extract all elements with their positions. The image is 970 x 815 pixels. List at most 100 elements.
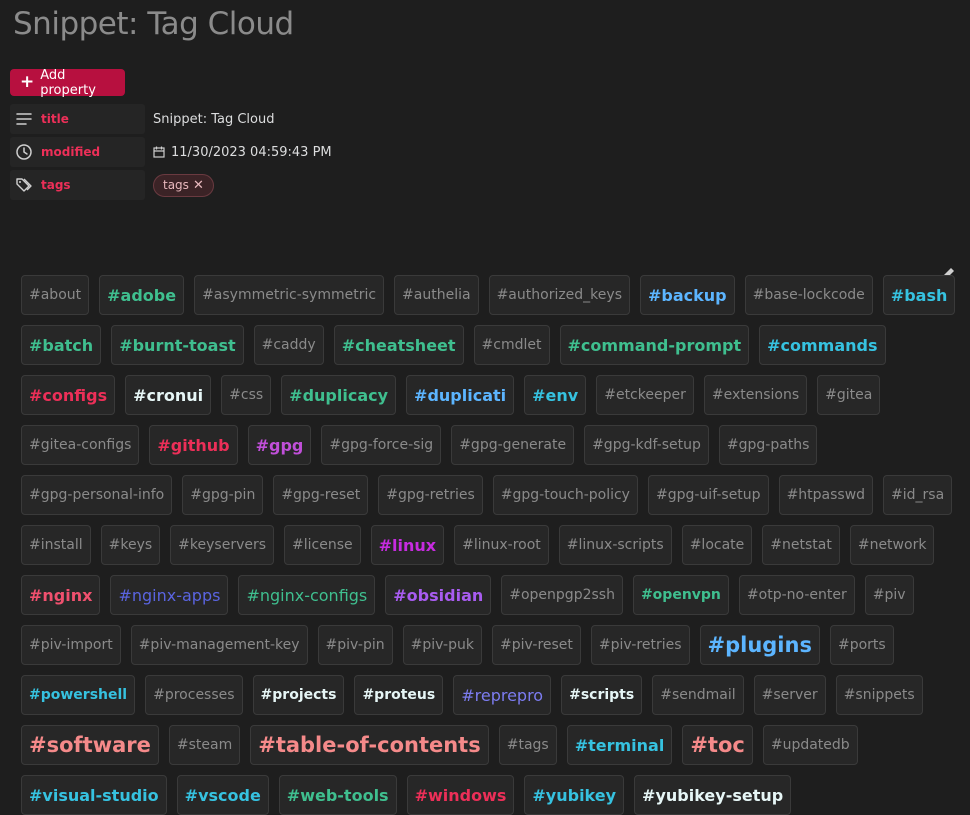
plus-icon: + — [20, 72, 35, 92]
tag-cloud-item[interactable]: #extensions — [703, 375, 808, 415]
tag-cloud-item[interactable]: #env — [524, 375, 587, 415]
property-key-label: title — [41, 112, 69, 126]
tag-cloud-item[interactable]: #id_rsa — [883, 475, 953, 515]
tag-cloud-item[interactable]: #gpg-retries — [378, 475, 483, 515]
tag-cloud-item[interactable]: #github — [149, 425, 238, 465]
tag-cloud-item[interactable]: #about — [21, 275, 90, 315]
tag-cloud-item[interactable]: #toc — [682, 725, 753, 765]
tag-cloud-item[interactable]: #bash — [882, 275, 956, 315]
tag-cloud-item[interactable]: #terminal — [566, 725, 673, 765]
tag-cloud-item[interactable]: #yubikey — [524, 775, 625, 815]
tag-cloud-item[interactable]: #install — [21, 525, 91, 565]
tag-cloud-item[interactable]: #configs — [21, 375, 116, 415]
tag-cloud: #about #adobe #asymmetric-symmetric #authel… — [16, 275, 970, 815]
tag-cloud-item[interactable]: #otp-no-enter — [738, 575, 855, 615]
tag-cloud-item[interactable]: #gpg-uif-setup — [647, 475, 769, 515]
tag-cloud-item[interactable]: #obsidian — [385, 575, 492, 615]
tag-cloud-item[interactable]: #visual-studio — [21, 775, 167, 815]
tag-cloud-item[interactable]: #network — [849, 525, 935, 565]
tag-cloud-item[interactable]: #base-lockcode — [744, 275, 873, 315]
property-value-title[interactable]: Snippet: Tag Cloud — [145, 112, 275, 127]
close-icon[interactable]: ✕ — [193, 178, 204, 193]
tag-cloud-item[interactable]: #gpg — [247, 425, 312, 465]
tag-cloud-item[interactable]: #gpg-touch-policy — [492, 475, 638, 515]
tag-cloud-item[interactable]: #linux-root — [454, 525, 549, 565]
tag-cloud-item[interactable]: #htpasswd — [778, 475, 874, 515]
tag-cloud-item[interactable]: #cmdlet — [473, 325, 550, 365]
tag-cloud-item[interactable]: #updatedb — [762, 725, 858, 765]
tag-cloud-item[interactable]: #gitea-configs — [21, 425, 140, 465]
tag-cloud-item[interactable]: #asymmetric-symmetric — [194, 275, 385, 315]
tag-cloud-item[interactable]: #duplicacy — [281, 375, 397, 415]
tag-cloud-item[interactable]: #netstat — [762, 525, 840, 565]
tag-cloud-item[interactable]: #openvpn — [632, 575, 729, 615]
tag-cloud-item[interactable]: #gitea — [817, 375, 881, 415]
tag-cloud-item[interactable]: #vscode — [176, 775, 269, 815]
property-key-modified[interactable]: modified — [10, 137, 145, 167]
tag-cloud-item[interactable]: #gpg-pin — [182, 475, 264, 515]
tag-cloud-item[interactable]: #software — [21, 725, 159, 765]
tag-cloud-item[interactable]: #scripts — [561, 675, 643, 715]
tag-cloud-item[interactable]: #command-prompt — [559, 325, 750, 365]
tag-cloud-item[interactable]: #sendmail — [652, 675, 744, 715]
tag-cloud-item[interactable]: #batch — [21, 325, 102, 365]
tag-cloud-item[interactable]: #windows — [406, 775, 515, 815]
tag-cloud-item[interactable]: #piv-puk — [402, 625, 482, 665]
tag-cloud-item[interactable]: #piv-import — [21, 625, 121, 665]
tag-cloud-item[interactable]: #web-tools — [278, 775, 397, 815]
tag-cloud-item[interactable]: #gpg-kdf-setup — [584, 425, 709, 465]
tag-cloud-item[interactable]: #gpg-paths — [718, 425, 818, 465]
tag-cloud-item[interactable]: #keys — [100, 525, 161, 565]
tag-cloud-item[interactable]: #authelia — [394, 275, 479, 315]
tag-cloud-item[interactable]: #ports — [829, 625, 894, 665]
tag-cloud-item[interactable]: #license — [284, 525, 361, 565]
tag-cloud-item[interactable]: #tags — [498, 725, 557, 765]
tag-cloud-item[interactable]: #server — [753, 675, 826, 715]
tag-cloud-item[interactable]: #caddy — [253, 325, 324, 365]
tag-cloud-item[interactable]: #piv — [864, 575, 914, 615]
tag-cloud-item[interactable]: #reprepro — [453, 675, 552, 715]
tag-cloud-item[interactable]: #burnt-toast — [111, 325, 244, 365]
tag-cloud-item[interactable]: #projects — [252, 675, 345, 715]
tag-cloud-item[interactable]: #adobe — [99, 275, 185, 315]
tag-cloud-item[interactable]: #nginx-configs — [238, 575, 376, 615]
tag-cloud-item[interactable]: #piv-management-key — [130, 625, 308, 665]
tag-cloud-item[interactable]: #commands — [759, 325, 886, 365]
tag-cloud-item[interactable]: #backup — [639, 275, 735, 315]
tag-cloud-item[interactable]: #duplicati — [406, 375, 515, 415]
tag-cloud-item[interactable]: #yubikey-setup — [634, 775, 792, 815]
page-title: Snippet: Tag Cloud — [13, 6, 294, 42]
tag-cloud-item[interactable]: #openpgp2ssh — [501, 575, 623, 615]
tag-cloud-item[interactable]: #linux — [370, 525, 445, 565]
properties-panel: title Snippet: Tag Cloud modified 11/30/… — [10, 104, 332, 203]
tag-pill[interactable]: tags ✕ — [153, 173, 214, 197]
tag-cloud-item[interactable]: #gpg-force-sig — [321, 425, 442, 465]
tag-cloud-item[interactable]: #processes — [145, 675, 243, 715]
tag-cloud-item[interactable]: #steam — [168, 725, 241, 765]
tag-cloud-item[interactable]: #authorized_keys — [488, 275, 630, 315]
property-key-tags[interactable]: tags — [10, 170, 145, 200]
tag-cloud-item[interactable]: #etckeeper — [596, 375, 694, 415]
tag-cloud-item[interactable]: #nginx — [21, 575, 101, 615]
tag-cloud-item[interactable]: #gpg-generate — [451, 425, 575, 465]
tag-cloud-item[interactable]: #proteus — [354, 675, 444, 715]
tag-cloud-item[interactable]: #locate — [681, 525, 753, 565]
tag-cloud-item[interactable]: #cronui — [125, 375, 212, 415]
tag-cloud-item[interactable]: #keyservers — [170, 525, 275, 565]
tag-cloud-item[interactable]: #piv-pin — [317, 625, 393, 665]
tag-cloud-item[interactable]: #linux-scripts — [558, 525, 672, 565]
add-property-button[interactable]: + Add property — [10, 68, 125, 98]
tag-cloud-item[interactable]: #cheatsheet — [333, 325, 464, 365]
tag-cloud-item[interactable]: #plugins — [699, 625, 820, 665]
tag-cloud-item[interactable]: #css — [221, 375, 272, 415]
property-key-title[interactable]: title — [10, 104, 145, 134]
tag-cloud-item[interactable]: #gpg-reset — [273, 475, 369, 515]
tag-cloud-item[interactable]: #piv-reset — [491, 625, 581, 665]
tag-cloud-item[interactable]: #snippets — [835, 675, 923, 715]
tag-cloud-item[interactable]: #table-of-contents — [250, 725, 489, 765]
tag-cloud-item[interactable]: #piv-retries — [590, 625, 690, 665]
tag-cloud-item[interactable]: #powershell — [21, 675, 136, 715]
tag-cloud-item[interactable]: #nginx-apps — [110, 575, 229, 615]
tag-cloud-item[interactable]: #gpg-personal-info — [21, 475, 173, 515]
property-value-modified[interactable]: 11/30/2023 04:59:43 PM — [145, 145, 332, 160]
